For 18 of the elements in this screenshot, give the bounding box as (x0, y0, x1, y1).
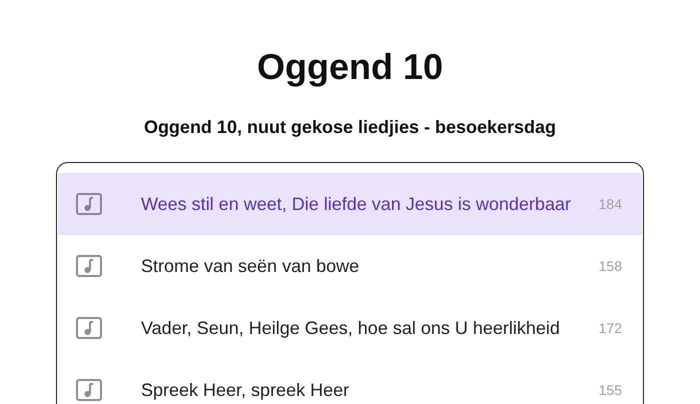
song-number: 155 (598, 382, 622, 398)
song-list-item[interactable]: Strome van seën van bowe 158 (58, 235, 642, 297)
song-title: Wees stil en weet, Die liefde van Jesus is wonderbaar (141, 194, 572, 214)
song-list-item[interactable]: Wees stil en weet, Die liefde van Jesus is wonderbaar 184 (58, 173, 642, 235)
page-title: Oggend 10 (256, 45, 444, 89)
song-title: Vader, Seun, Heilge Gees, hoe sal ons U heerlikheid (141, 318, 561, 338)
page-subtitle: Oggend 10, nuut gekose liedjies - besoekersdag (144, 116, 556, 139)
music-note-icon (76, 317, 102, 339)
song-title: Spreek Heer, spreek Heer (141, 380, 350, 400)
song-list-item[interactable]: Spreek Heer, spreek Heer 155 (58, 359, 642, 404)
song-number: 184 (598, 196, 622, 212)
song-list-item[interactable]: Vader, Seun, Heilge Gees, hoe sal ons U heerlikheid 172 (58, 297, 642, 359)
music-note-icon (76, 193, 102, 215)
song-number: 158 (598, 258, 622, 274)
song-number: 172 (598, 320, 622, 336)
song-title: Strome van seën van bowe (141, 256, 360, 276)
music-note-icon (76, 379, 102, 401)
music-note-icon (76, 255, 102, 277)
